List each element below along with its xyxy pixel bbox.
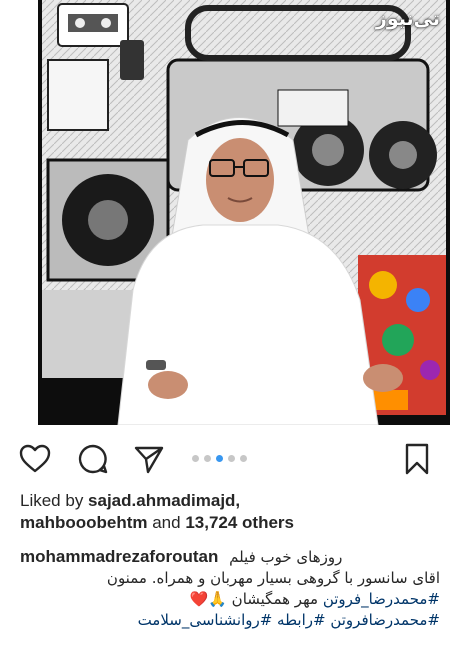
bookmark-icon[interactable] xyxy=(400,442,434,476)
caption-line-3: مهر همگیشان 🙏❤️ xyxy=(189,590,319,608)
carousel-dot[interactable] xyxy=(240,455,247,462)
carousel-dot[interactable] xyxy=(192,455,199,462)
share-icon[interactable] xyxy=(132,442,166,476)
likes-connector: and xyxy=(147,513,186,532)
caption-username[interactable]: mohammadrezaforoutan xyxy=(20,547,218,566)
post-photo[interactable]: تی‌نیوز xyxy=(0,0,450,425)
watermark-logo: تی‌نیوز xyxy=(375,8,440,30)
likes-prefix: Liked by xyxy=(20,491,89,510)
instagram-post: تی‌نیوز L xyxy=(0,0,450,645)
likes-summary: Liked by sajad.ahmadimajd, mahbooobehtm … xyxy=(20,490,440,534)
hashtag-line[interactable]: #محمدرضافروتن #رابطه #روانشناسی_سلامت xyxy=(20,610,440,631)
artwork-background xyxy=(38,0,450,425)
liker-username-2[interactable]: mahbooobehtm xyxy=(20,513,148,532)
likes-count[interactable]: 13,724 others xyxy=(185,513,294,532)
liker-username-1[interactable]: sajad.ahmadimajd, xyxy=(88,491,240,510)
carousel-indicator xyxy=(192,455,247,462)
carousel-dot[interactable] xyxy=(228,455,235,462)
post-caption: mohammadrezaforoutan روزهای خوب فیلم اقا… xyxy=(20,546,440,631)
hashtag-link[interactable]: #محمدرضا_فروتن xyxy=(323,590,440,608)
carousel-dot[interactable] xyxy=(204,455,211,462)
heart-icon[interactable] xyxy=(18,442,52,476)
caption-line-1: روزهای خوب فیلم xyxy=(229,548,343,566)
carousel-dot-active[interactable] xyxy=(216,455,223,462)
caption-line-2: اقای سانسور با گروهی بسیار مهربان و همرا… xyxy=(106,569,440,587)
photo-illustration xyxy=(42,0,446,425)
comment-icon[interactable] xyxy=(76,442,110,476)
